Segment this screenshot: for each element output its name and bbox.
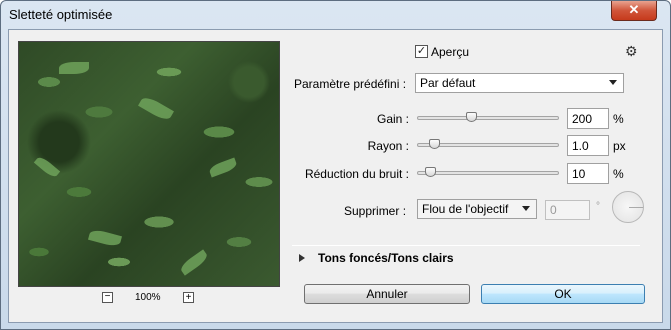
rayon-slider-thumb[interactable] bbox=[429, 139, 441, 149]
dialog-content: − 100% + ✓ Aperçu ⚙ Paramètre prédéfini … bbox=[8, 29, 663, 323]
apercu-checkbox[interactable]: ✓ bbox=[415, 45, 428, 58]
close-button[interactable]: ✕ bbox=[611, 1, 657, 21]
angle-input[interactable]: 0 bbox=[545, 200, 590, 220]
degree-symbol: ° bbox=[596, 201, 600, 212]
supprimer-select[interactable]: Flou de l'objectif bbox=[417, 199, 537, 219]
preview-leaf bbox=[207, 157, 239, 178]
preset-value: Par défaut bbox=[420, 76, 476, 90]
gain-label: Gain : bbox=[376, 112, 409, 126]
separator bbox=[292, 245, 640, 246]
bruit-unit: % bbox=[613, 167, 624, 181]
preview-image[interactable] bbox=[18, 41, 280, 287]
bruit-slider-thumb[interactable] bbox=[424, 167, 436, 177]
disclosure-triangle-icon[interactable] bbox=[299, 254, 305, 262]
gain-input[interactable]: 200 bbox=[567, 108, 609, 129]
preview-leaf bbox=[87, 228, 123, 248]
preset-label: Paramètre prédéfini : bbox=[294, 77, 407, 91]
rayon-label: Rayon : bbox=[367, 139, 409, 153]
title-bar[interactable]: Sletteté optimisée ✕ bbox=[1, 1, 670, 29]
preview-leaf bbox=[138, 94, 174, 123]
rayon-unit: px bbox=[613, 139, 626, 153]
section-tons-label[interactable]: Tons foncés/Tons clairs bbox=[318, 251, 454, 265]
bruit-slider[interactable] bbox=[417, 171, 559, 175]
supprimer-label: Supprimer : bbox=[344, 204, 407, 218]
ok-button[interactable]: OK bbox=[481, 284, 645, 304]
apercu-label[interactable]: Aperçu bbox=[431, 45, 469, 59]
rayon-input[interactable]: 1.0 bbox=[567, 135, 609, 156]
zoom-level: 100% bbox=[135, 292, 161, 303]
zoom-out-button[interactable]: − bbox=[102, 292, 113, 303]
bruit-input[interactable]: 10 bbox=[567, 163, 609, 184]
preset-select[interactable]: Par défaut bbox=[415, 73, 624, 93]
gain-unit: % bbox=[613, 112, 624, 126]
chevron-down-icon bbox=[609, 80, 617, 85]
preview-leaf bbox=[178, 249, 210, 276]
angle-dial[interactable] bbox=[612, 191, 644, 223]
zoom-in-button[interactable]: + bbox=[183, 292, 194, 303]
preview-leaf bbox=[33, 154, 61, 180]
gain-slider[interactable] bbox=[417, 116, 559, 120]
angle-indicator bbox=[629, 207, 643, 208]
chevron-down-icon bbox=[522, 206, 530, 211]
cancel-button[interactable]: Annuler bbox=[304, 284, 470, 304]
dialog-window: Sletteté optimisée ✕ − 100% + ✓ Aperçu ⚙… bbox=[0, 0, 671, 330]
supprimer-value: Flou de l'objectif bbox=[422, 202, 509, 216]
gear-icon[interactable]: ⚙ bbox=[625, 44, 639, 58]
gain-slider-thumb[interactable] bbox=[465, 112, 477, 122]
bruit-label: Réduction du bruit : bbox=[304, 167, 409, 181]
preview-leaf bbox=[59, 62, 89, 74]
window-title: Sletteté optimisée bbox=[9, 7, 113, 22]
